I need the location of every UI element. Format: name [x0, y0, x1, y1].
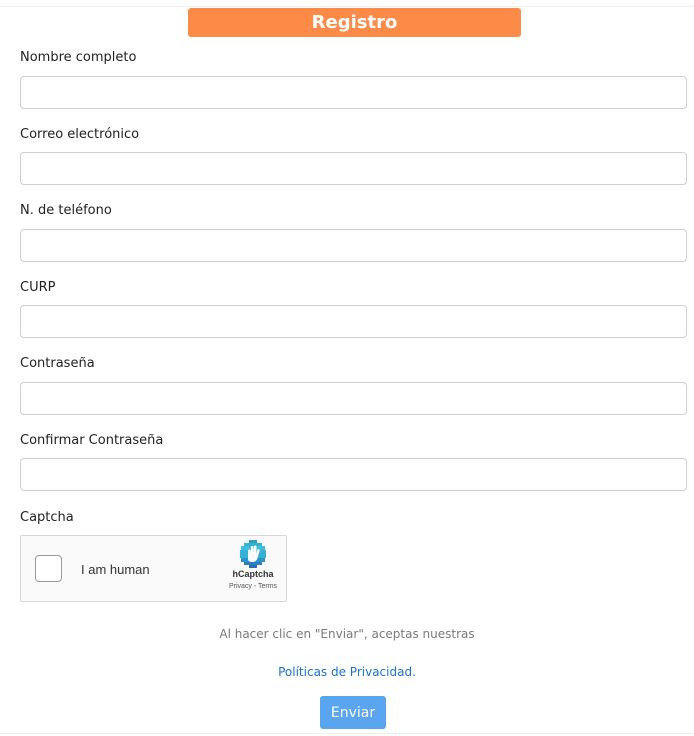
email-label: Correo electrónico — [20, 127, 140, 142]
top-divider — [0, 6, 694, 7]
hcaptcha-widget: I am human hCaptcha Privacy - Terms — [20, 535, 287, 602]
captcha-checkbox-label: I am human — [81, 562, 150, 577]
email-input[interactable] — [20, 152, 687, 185]
captcha-label: Captcha — [20, 510, 74, 525]
bottom-divider — [0, 733, 694, 734]
hcaptcha-brand: hCaptcha — [232, 569, 274, 579]
captcha-privacy-link[interactable]: Privacy — [229, 583, 252, 590]
policy-link-row: Políticas de Privacidad. — [0, 665, 694, 679]
password-input[interactable] — [20, 382, 687, 415]
submit-button[interactable]: Enviar — [320, 696, 386, 729]
full-name-input[interactable] — [20, 76, 687, 109]
captcha-checkbox[interactable] — [35, 555, 62, 582]
hcaptcha-hand-icon — [240, 540, 266, 568]
password-label: Contraseña — [20, 356, 95, 371]
terms-notice: Al hacer clic en "Enviar", aceptas nuest… — [219, 627, 475, 641]
phone-label: N. de teléfono — [20, 203, 112, 218]
confirm-password-input[interactable] — [20, 458, 687, 491]
phone-input[interactable] — [20, 229, 687, 262]
page-title: Registro — [188, 8, 521, 37]
privacy-policy-link[interactable]: Políticas de Privacidad. — [278, 665, 416, 679]
captcha-links: Privacy - Terms — [217, 583, 289, 590]
captcha-terms-link[interactable]: Terms — [258, 583, 277, 590]
curp-label: CURP — [20, 280, 56, 295]
full-name-label: Nombre completo — [20, 50, 137, 65]
confirm-password-label: Confirmar Contraseña — [20, 433, 164, 448]
curp-input[interactable] — [20, 305, 687, 338]
